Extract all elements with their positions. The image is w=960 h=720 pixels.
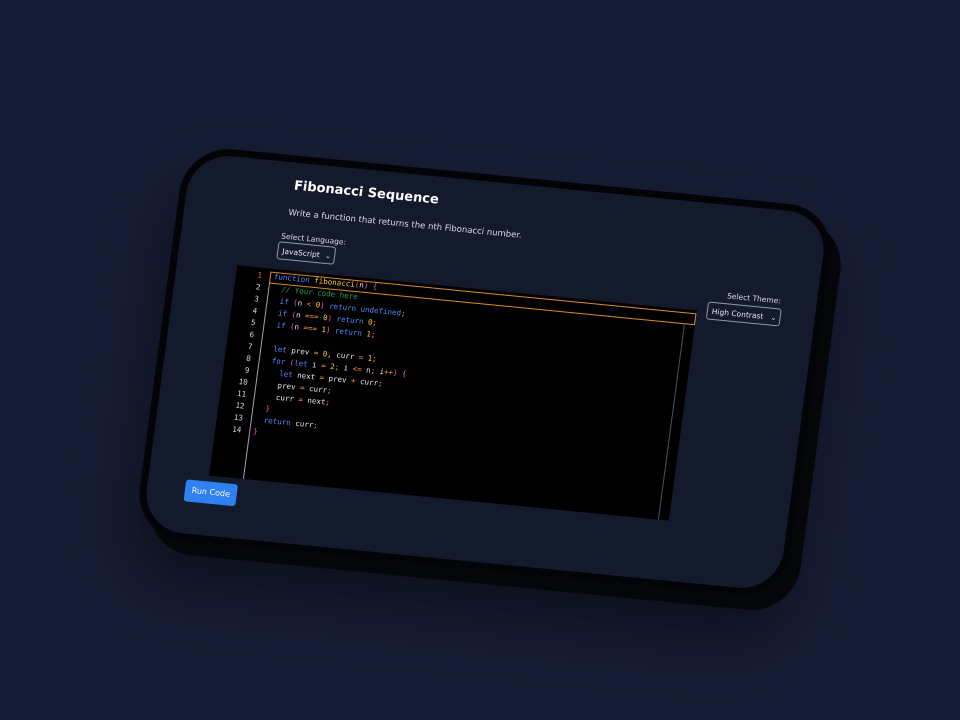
- chevron-down-icon: ⌄: [324, 251, 332, 261]
- line-number: 4: [252, 306, 258, 316]
- line-number: 6: [248, 329, 255, 340]
- line-number: 3: [253, 294, 260, 304]
- line-number: 1: [256, 270, 263, 280]
- line-number: 12: [234, 400, 246, 411]
- page-title: Fibonacci Sequence: [293, 178, 440, 208]
- editor-right-border: [657, 323, 686, 520]
- line-number: 10: [238, 377, 249, 387]
- app-screen: Fibonacci Sequence Write a function that…: [183, 164, 788, 578]
- line-number: 14: [231, 424, 242, 435]
- line-number: 2: [255, 282, 261, 292]
- tablet-frame: Fibonacci Sequence Write a function that…: [133, 144, 837, 600]
- line-number: 11: [236, 388, 247, 399]
- line-number: 8: [245, 353, 252, 364]
- line-number: 5: [250, 317, 257, 328]
- line-number: 7: [247, 341, 254, 352]
- chevron-down-icon: ⌄: [770, 313, 778, 323]
- theme-selected-value: High Contrast: [711, 306, 764, 321]
- theme-select[interactable]: High Contrast ⌄: [705, 301, 782, 327]
- code-line: }: [264, 403, 271, 414]
- run-code-button[interactable]: Run Code: [183, 479, 239, 507]
- code-line: }: [252, 426, 259, 437]
- line-number: 9: [244, 365, 250, 375]
- code-line: return curr;: [263, 415, 319, 430]
- line-number: 13: [233, 412, 244, 423]
- code-editor[interactable]: 1 2 3 4 5 6 7 8 9 10 11 12 13 14 functio…: [209, 265, 697, 521]
- stage: Fibonacci Sequence Write a function that…: [0, 0, 960, 720]
- language-selected-value: JavaScript: [281, 246, 321, 260]
